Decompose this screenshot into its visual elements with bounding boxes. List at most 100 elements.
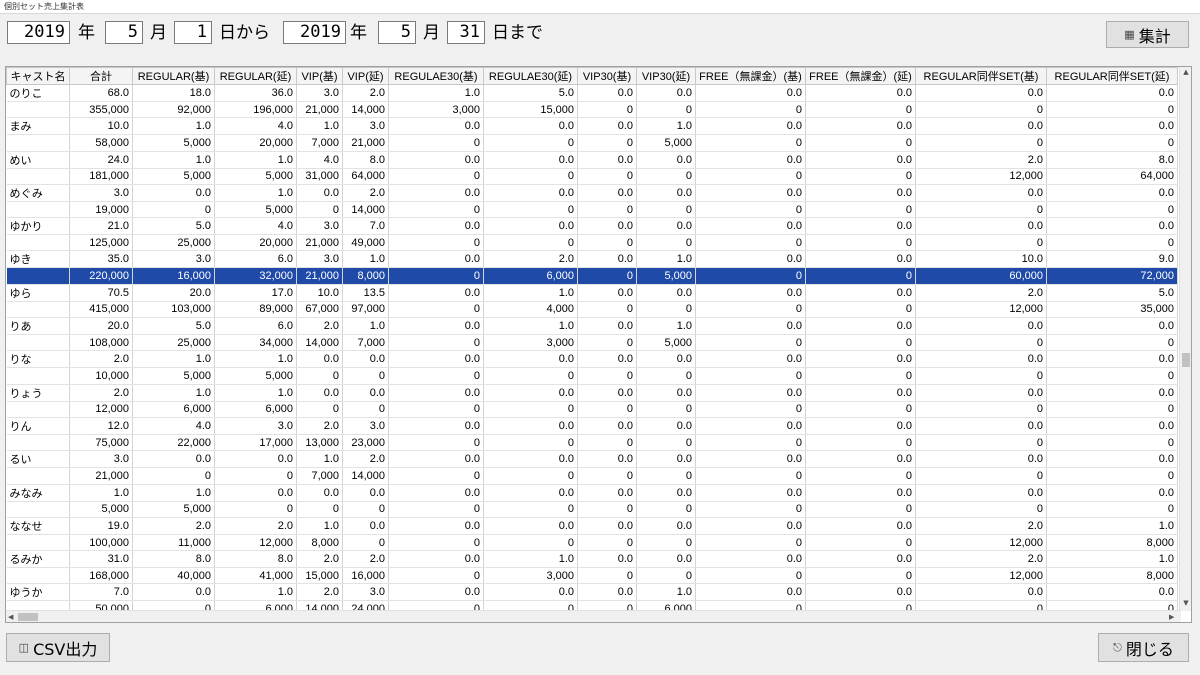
value-cell[interactable]: 5,000 (214, 201, 297, 219)
value-cell[interactable]: 0 (695, 501, 806, 518)
value-cell[interactable]: 5.0 (483, 84, 578, 102)
value-cell[interactable]: 0.0 (388, 450, 484, 469)
column-header[interactable]: REGULAE30(延) (483, 67, 578, 85)
value-cell[interactable]: 0 (1046, 434, 1178, 452)
value-cell[interactable]: 0 (132, 467, 215, 485)
value-cell[interactable]: 0 (805, 234, 916, 252)
value-cell[interactable]: 9.0 (1046, 250, 1178, 269)
value-cell[interactable]: 0.0 (577, 184, 637, 202)
value-cell[interactable]: 18.0 (132, 84, 215, 102)
value-cell[interactable]: 0.0 (695, 184, 806, 202)
value-cell[interactable]: 2.0 (342, 84, 389, 102)
table-row[interactable]: ななせ 19.0 2.0 2.0 1.0 0.0 0.0 0.0 0.0 0.0 0.0 0.0 2.0… (6, 517, 1178, 535)
value-cell[interactable]: 72,000 (1046, 267, 1178, 285)
value-cell[interactable]: 7.0 (69, 583, 133, 602)
value-cell[interactable]: 3.0 (69, 450, 133, 469)
value-cell[interactable]: 0.0 (805, 151, 916, 169)
value-cell[interactable]: 0 (577, 501, 637, 518)
value-cell[interactable]: 0.0 (915, 417, 1047, 435)
value-cell[interactable]: 0 (636, 401, 696, 418)
value-cell[interactable]: 0 (483, 467, 578, 485)
value-cell[interactable]: 0 (1046, 467, 1178, 485)
value-cell[interactable]: 0 (636, 467, 696, 485)
table-row[interactable]: 100,000 11,000 12,000 8,000 0 0 0 0 0 0 0 12,000 8,0… (6, 534, 1178, 552)
table-row[interactable]: るい 3.0 0.0 0.0 1.0 2.0 0.0 0.0 0.0 0.0 0.0 0.0 0.0 0.… (6, 450, 1178, 469)
value-cell[interactable]: 0.0 (214, 450, 297, 469)
value-cell[interactable]: 40,000 (132, 567, 215, 585)
value-cell[interactable]: 35,000 (1046, 301, 1178, 319)
value-cell[interactable]: 0 (1046, 234, 1178, 252)
value-cell[interactable]: 2.0 (296, 417, 343, 435)
value-cell[interactable]: 0.0 (636, 417, 696, 435)
value-cell[interactable]: 0 (915, 334, 1047, 352)
value-cell[interactable]: 0.0 (695, 484, 806, 502)
value-cell[interactable]: 16,000 (132, 267, 215, 285)
value-cell[interactable]: 0.0 (388, 550, 484, 569)
value-cell[interactable]: 97,000 (342, 301, 389, 319)
value-cell[interactable]: 1.0 (483, 550, 578, 569)
value-cell[interactable]: 1.0 (483, 317, 578, 336)
value-cell[interactable]: 0 (388, 168, 484, 185)
value-cell[interactable]: 23,000 (342, 434, 389, 452)
horizontal-scroll-thumb[interactable] (18, 613, 38, 621)
value-cell[interactable]: 58,000 (69, 134, 133, 152)
value-cell[interactable]: 31.0 (69, 550, 133, 569)
value-cell[interactable]: 196,000 (214, 101, 297, 119)
value-cell[interactable]: 1.0 (296, 450, 343, 469)
value-cell[interactable]: 0 (388, 267, 484, 285)
value-cell[interactable]: 0.0 (805, 317, 916, 336)
value-cell[interactable]: 0.0 (388, 583, 484, 602)
value-cell[interactable]: 0.0 (636, 284, 696, 302)
value-cell[interactable]: 0.0 (388, 217, 484, 236)
value-cell[interactable]: 22,000 (132, 434, 215, 452)
value-cell[interactable]: 0 (915, 201, 1047, 219)
value-cell[interactable]: 0 (577, 567, 637, 585)
value-cell[interactable]: 0.0 (577, 151, 637, 169)
table-row[interactable]: 5,000 5,000 0 0 0 0 0 0 0 0 0 0 0 (6, 501, 1178, 518)
value-cell[interactable]: 415,000 (69, 301, 133, 319)
value-cell[interactable]: 8,000 (296, 534, 343, 552)
value-cell[interactable]: 1.0 (636, 317, 696, 336)
cast-name-cell[interactable]: めい (6, 151, 70, 169)
value-cell[interactable]: 0 (805, 367, 916, 385)
value-cell[interactable]: 1.0 (214, 350, 297, 369)
value-cell[interactable]: 32,000 (214, 267, 297, 285)
value-cell[interactable]: 1.0 (132, 117, 215, 136)
value-cell[interactable]: 0 (915, 434, 1047, 452)
value-cell[interactable]: 0 (636, 234, 696, 252)
table-row[interactable]: みなみ 1.0 1.0 0.0 0.0 0.0 0.0 0.0 0.0 0.0 0.0 0.0 0.0 0… (6, 484, 1178, 502)
column-header[interactable]: REGULAE30(基) (388, 67, 484, 85)
value-cell[interactable]: 0.0 (695, 350, 806, 369)
value-cell[interactable]: 181,000 (69, 168, 133, 185)
value-cell[interactable]: 0.0 (915, 184, 1047, 202)
value-cell[interactable]: 4.0 (296, 151, 343, 169)
value-cell[interactable]: 0.0 (636, 151, 696, 169)
value-cell[interactable]: 10.0 (915, 250, 1047, 269)
value-cell[interactable]: 0 (805, 434, 916, 452)
value-cell[interactable]: 0 (483, 501, 578, 518)
value-cell[interactable]: 0 (342, 401, 389, 418)
value-cell[interactable]: 0.0 (577, 84, 637, 102)
scroll-left-icon[interactable]: ◀ (8, 611, 13, 622)
value-cell[interactable]: 3,000 (483, 334, 578, 352)
value-cell[interactable]: 220,000 (69, 267, 133, 285)
value-cell[interactable]: 89,000 (214, 301, 297, 319)
value-cell[interactable]: 5,000 (132, 501, 215, 518)
value-cell[interactable]: 0 (388, 334, 484, 352)
value-cell[interactable]: 14,000 (296, 334, 343, 352)
value-cell[interactable]: 0 (388, 401, 484, 418)
value-cell[interactable]: 0.0 (636, 550, 696, 569)
aggregate-button[interactable]: ▦ 集計 (1106, 21, 1189, 48)
value-cell[interactable]: 0.0 (695, 84, 806, 102)
value-cell[interactable]: 6,000 (483, 267, 578, 285)
value-cell[interactable]: 12.0 (69, 417, 133, 435)
value-cell[interactable]: 1.0 (636, 117, 696, 136)
value-cell[interactable]: 5,000 (636, 134, 696, 152)
cast-name-cell[interactable]: めぐみ (6, 184, 70, 202)
value-cell[interactable]: 168,000 (69, 567, 133, 585)
value-cell[interactable]: 0.0 (695, 550, 806, 569)
to-year-field[interactable]: 2019 (283, 21, 346, 44)
value-cell[interactable]: 12,000 (915, 168, 1047, 185)
value-cell[interactable]: 12,000 (214, 534, 297, 552)
table-row[interactable]: 21,000 0 0 7,000 14,000 0 0 0 0 0 0 0 0 (6, 467, 1178, 485)
